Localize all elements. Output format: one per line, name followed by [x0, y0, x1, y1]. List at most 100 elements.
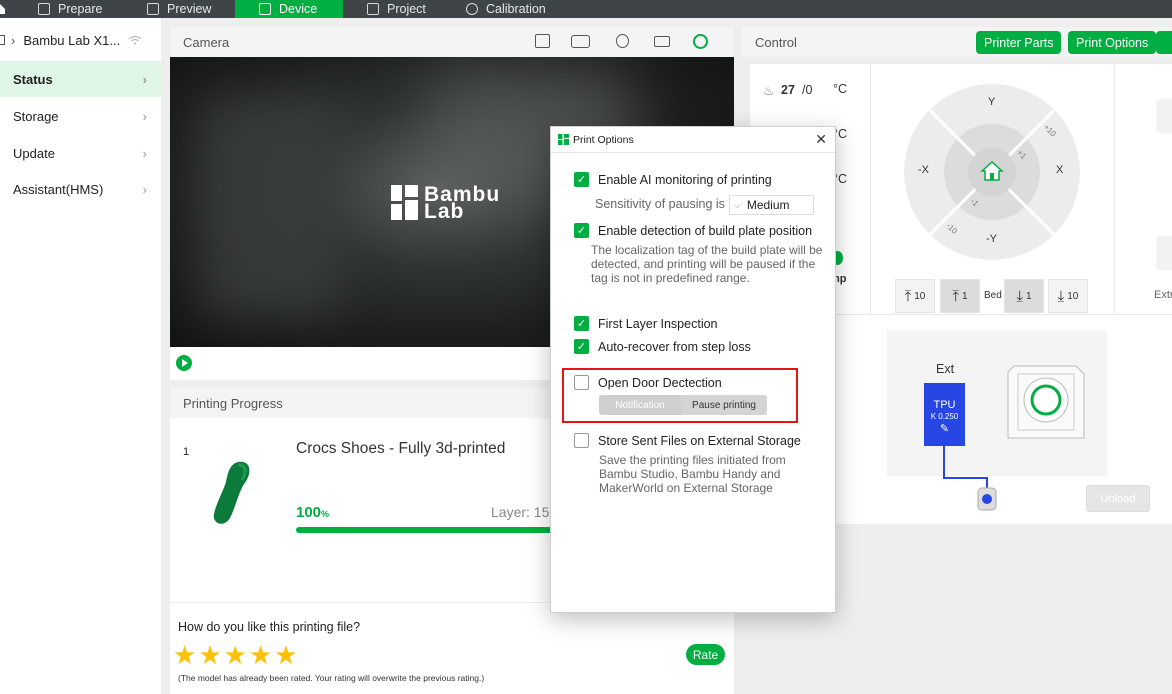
highlight-box — [562, 368, 798, 423]
chevron-down-icon: ⌵ — [734, 199, 741, 210]
device-selector[interactable]: › Bambu Lab X1... — [0, 26, 161, 54]
timelapse-icon[interactable] — [571, 35, 590, 48]
filament-k-value: K 0.250 — [930, 412, 959, 421]
filament-path — [943, 446, 997, 511]
bed-down-1-button[interactable]: ⤓ 1 — [1004, 279, 1044, 313]
checkbox-unchecked-icon[interactable] — [574, 433, 589, 448]
checkbox-checked-icon[interactable]: ✓ — [574, 172, 589, 187]
bed-up-1-button[interactable]: ⤒ 1 — [940, 279, 980, 313]
auto-recover-label: Auto-recover from step loss — [598, 339, 751, 354]
webcam-icon[interactable] — [616, 34, 629, 48]
star-icon[interactable]: ★ — [224, 642, 247, 668]
tab-project[interactable]: Project — [367, 0, 426, 18]
calibration-icon — [466, 3, 478, 15]
progress-bar — [296, 527, 556, 533]
tab-device[interactable]: Device — [235, 0, 343, 18]
rate-note: (The model has already been rated. Your … — [178, 673, 485, 683]
task-name: Crocs Shoes - Fully 3d-printed — [296, 440, 506, 457]
store-files-option[interactable]: Store Sent Files on External Storage — [574, 433, 801, 448]
star-icon[interactable]: ★ — [198, 642, 221, 668]
chevron-right-icon: › — [142, 181, 147, 197]
printer-icon — [0, 35, 5, 45]
chevron-right-icon: › — [11, 32, 16, 48]
progress-percent: 100% — [296, 504, 329, 521]
tab-project-label: Project — [387, 2, 426, 16]
home-icon[interactable] — [980, 160, 1004, 182]
z-step-label: 10 — [914, 290, 926, 302]
first-layer-option[interactable]: ✓ First Layer Inspection — [574, 316, 718, 331]
edit-icon[interactable]: ✎ — [924, 424, 965, 435]
plate-detection-option[interactable]: ✓ Enable detection of build plate positi… — [574, 223, 812, 238]
divider — [870, 64, 871, 314]
printer-parts-button[interactable]: Printer Parts — [976, 31, 1062, 54]
star-icon[interactable]: ★ — [249, 642, 272, 668]
unload-button[interactable]: Unload — [1086, 485, 1150, 512]
logo-text: Bambu Lab — [424, 184, 500, 222]
extruder-down-button[interactable] — [1156, 236, 1172, 270]
layer-count: Layer: 153 — [491, 504, 558, 520]
device-sidebar: › Bambu Lab X1... Status › Storage › Upd… — [0, 18, 161, 694]
first-layer-label: First Layer Inspection — [598, 316, 718, 331]
sensitivity-value: Medium — [746, 198, 790, 212]
jog-neg-y-label: -Y — [986, 233, 997, 245]
sensitivity-select[interactable]: ⌵ Medium — [729, 195, 814, 215]
home-icon[interactable] — [0, 0, 12, 18]
camera-title: Camera — [183, 34, 230, 50]
camera-settings-icon[interactable] — [693, 34, 708, 49]
arrow-down-icon: ⤓ — [1057, 287, 1065, 305]
percent-value: 100 — [296, 504, 322, 521]
sidebar-item-update[interactable]: Update › — [0, 135, 161, 171]
close-icon[interactable]: ✕ — [815, 131, 827, 148]
project-icon — [367, 3, 379, 15]
filament-type: TPU — [933, 399, 956, 411]
arrow-up-icon: ⤒ — [952, 287, 960, 305]
rate-button[interactable]: Rate — [686, 644, 725, 665]
bed-down-10-button[interactable]: ⤓ 10 — [1048, 279, 1088, 313]
dialog-title-bar: Print Options ✕ — [551, 127, 835, 153]
auto-recover-option[interactable]: ✓ Auto-recover from step loss — [574, 339, 751, 354]
external-spool-slot[interactable]: TPU K 0.250 ✎ — [924, 383, 965, 446]
sidebar-item-label: Status — [13, 71, 53, 87]
sd-card-icon[interactable] — [535, 34, 550, 48]
checkbox-checked-icon[interactable]: ✓ — [574, 223, 589, 238]
checkbox-checked-icon[interactable]: ✓ — [574, 339, 589, 354]
nozzle-temp: 27 — [781, 83, 795, 97]
sidebar-item-status[interactable]: Status › — [0, 61, 161, 97]
extruder-up-button[interactable] — [1156, 99, 1172, 133]
control-title: Control — [755, 34, 797, 50]
tab-calibration[interactable]: Calibration — [466, 0, 546, 18]
calibration-button[interactable] — [1156, 31, 1172, 54]
nozzle-target[interactable]: /0 — [802, 83, 812, 97]
star-icon[interactable]: ★ — [274, 642, 297, 668]
ai-monitoring-option[interactable]: ✓ Enable AI monitoring of printing — [574, 172, 772, 187]
video-icon[interactable] — [654, 36, 670, 47]
sensitivity-label: Sensitivity of pausing is — [595, 197, 725, 211]
tab-prepare[interactable]: Prepare — [38, 0, 102, 18]
star-icon[interactable]: ★ — [173, 642, 196, 668]
sidebar-item-label: Update — [13, 145, 55, 161]
ai-monitoring-label: Enable AI monitoring of printing — [598, 172, 772, 187]
printing-progress-title: Printing Progress — [183, 395, 283, 411]
print-options-button[interactable]: Print Options — [1068, 31, 1157, 54]
sidebar-item-assistant-hms[interactable]: Assistant(HMS) › — [0, 171, 161, 207]
sidebar-item-label: Assistant(HMS) — [13, 181, 104, 197]
star-rating[interactable]: ★ ★ ★ ★ ★ — [173, 642, 298, 668]
bed-up-10-button[interactable]: ⤒ 10 — [895, 279, 935, 313]
ext-label: Ext — [936, 362, 955, 376]
chevron-right-icon: › — [142, 108, 147, 124]
bambu-logo-mark — [391, 185, 418, 220]
model-thumbnail — [213, 461, 250, 524]
plate-detection-description: The localization tag of the build plate … — [591, 243, 823, 285]
tab-preview[interactable]: Preview — [147, 0, 211, 18]
dialog-title: Print Options — [573, 133, 634, 146]
temp-unit: °C — [833, 82, 848, 96]
cube-icon — [38, 3, 50, 15]
arrow-down-icon: ⤓ — [1016, 287, 1024, 305]
chevron-right-icon: › — [142, 71, 147, 87]
jog-x-label: X — [1056, 164, 1064, 176]
sidebar-item-storage[interactable]: Storage › — [0, 98, 161, 134]
device-icon — [259, 3, 271, 15]
checkbox-checked-icon[interactable]: ✓ — [574, 316, 589, 331]
task-index: 1 — [183, 446, 190, 458]
play-icon[interactable] — [176, 355, 192, 371]
